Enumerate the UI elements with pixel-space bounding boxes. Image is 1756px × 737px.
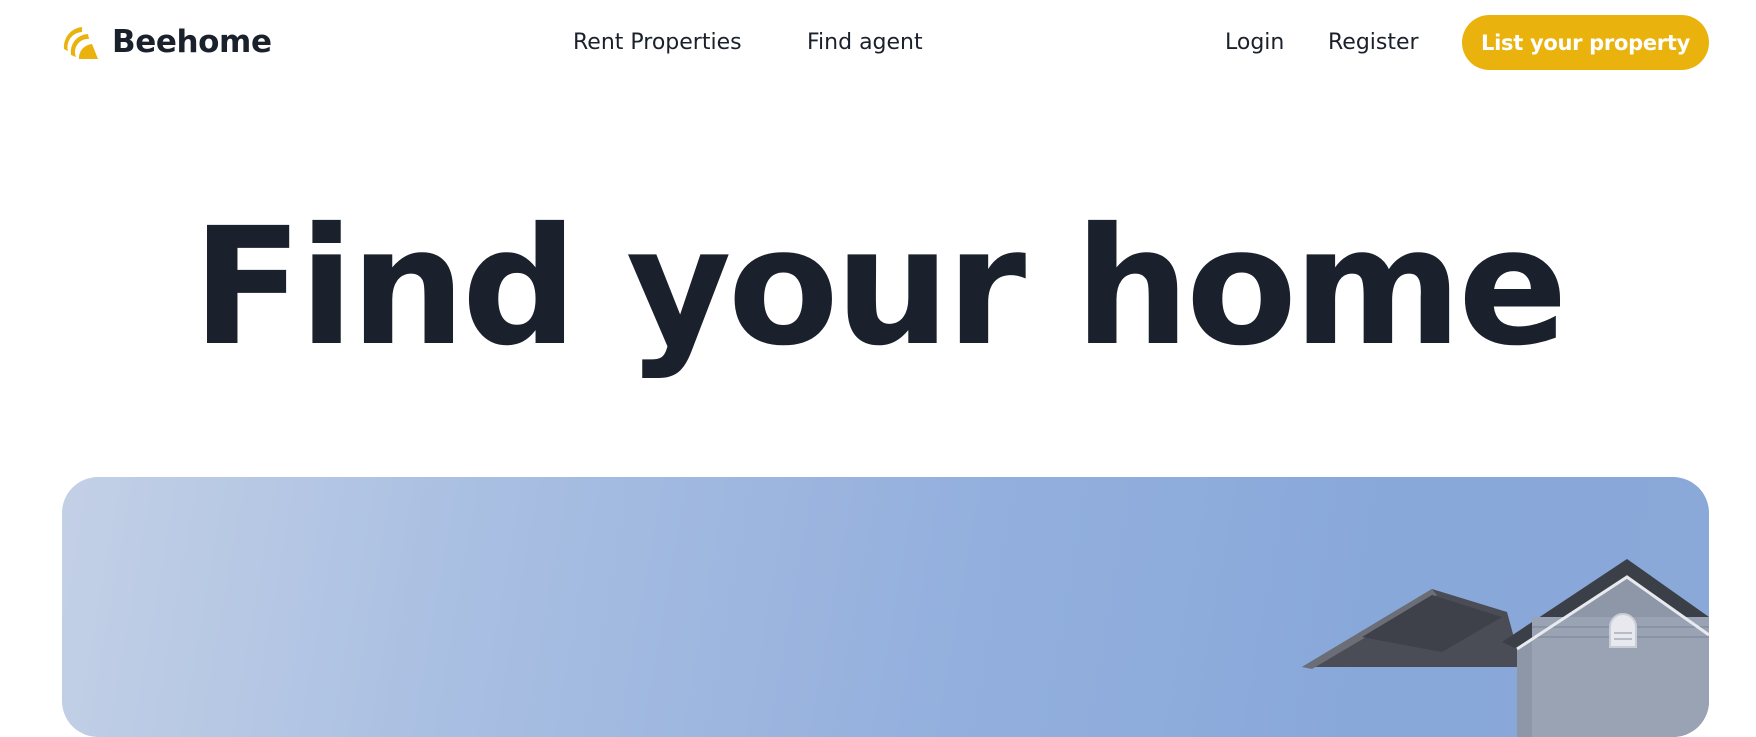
register-link[interactable]: Register: [1328, 29, 1419, 57]
hero-house-image: [62, 477, 1709, 737]
top-navbar: Beehome Rent Properties Find agent Login…: [0, 0, 1756, 86]
brand-logo-link[interactable]: Beehome: [62, 22, 272, 62]
hero-title: Find your home: [192, 194, 1568, 382]
nav-find-agent-link[interactable]: Find agent: [807, 29, 923, 57]
nav-rent-properties-link[interactable]: Rent Properties: [573, 29, 742, 57]
bee-stripes-icon: [62, 23, 100, 61]
house-roof-illustration: [1302, 559, 1709, 737]
list-your-property-button[interactable]: List your property: [1462, 15, 1709, 70]
login-link[interactable]: Login: [1225, 29, 1284, 57]
brand-name: Beehome: [112, 24, 272, 60]
